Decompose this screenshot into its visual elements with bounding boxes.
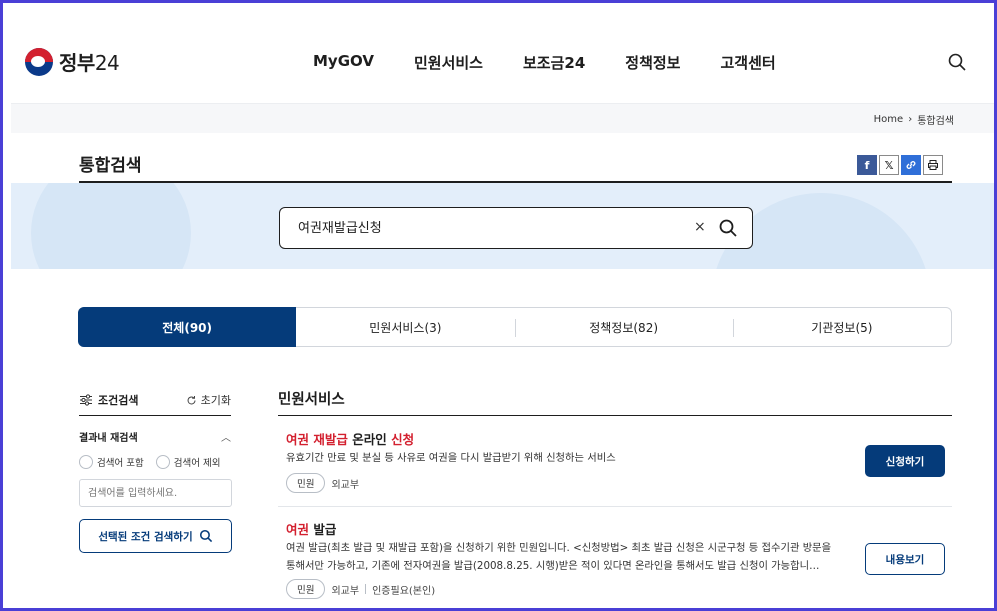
result-tabs: 전체(90) 민원서비스(3) 정책정보(82) 기관정보(5) <box>78 307 952 347</box>
chain-link-icon <box>906 161 916 169</box>
category-badge: 민원 <box>286 579 326 599</box>
title-highlight: 여권 <box>286 522 310 537</box>
section-title: 민원서비스 <box>278 392 345 408</box>
refine-search-title: 결과내 재검색 <box>79 433 138 444</box>
logo-text: 정부 <box>59 51 95 75</box>
search-input[interactable] <box>298 219 678 234</box>
radio-dot[interactable] <box>155 455 170 469</box>
title-highlight: 여권 재발급 <box>286 432 348 447</box>
decor-circle <box>31 183 191 269</box>
breadcrumb-current: 통합검색 <box>917 116 954 127</box>
filter-sliders-icon <box>80 394 92 406</box>
browser-frame: 정부24 MyGOV 민원서비스 보조금24 정책정보 고객센터 Home › … <box>0 0 997 611</box>
agency-name: 외교부 <box>331 479 360 491</box>
tab-policy-info[interactable]: 정책정보(82) <box>514 308 733 346</box>
apply-online-button[interactable]: 신청하기 <box>865 445 945 477</box>
result-title[interactable]: 여권 발급 <box>286 519 336 538</box>
radio-exclude-label: 검색어 제외 <box>173 458 221 469</box>
breadcrumb-home[interactable]: Home <box>874 114 904 125</box>
x-share-icon[interactable]: 𝕏 <box>879 155 899 175</box>
radio-include-label: 검색어 포함 <box>97 458 144 469</box>
result-title[interactable]: 여권 재발급 온라인 신청 <box>286 429 414 448</box>
radio-exclude[interactable]: 검색어 제외 <box>155 455 221 469</box>
filter-title: 조건검색 <box>98 394 139 407</box>
gov24-logo[interactable]: 정부24 <box>25 47 120 76</box>
refine-radio-group: 검색어 포함 검색어 제외 <box>79 455 220 469</box>
reset-button[interactable]: 초기화 <box>186 392 231 408</box>
radio-dot[interactable] <box>79 455 93 469</box>
category-badge: 민원 <box>286 473 326 493</box>
nav-subsidy24[interactable]: 보조금24 <box>523 52 585 73</box>
search-icon <box>199 529 212 543</box>
nav-policy-info[interactable]: 정책정보 <box>625 52 680 73</box>
view-details-button[interactable]: 내용보기 <box>865 543 945 575</box>
result-item: 여권 재발급 온라인 신청 유효기간 만료 및 분실 등 사유로 여권을 다시 … <box>278 415 952 507</box>
agency-name: 외교부 <box>331 585 360 597</box>
taegeuk-logo-icon <box>25 47 53 76</box>
title-highlight: 신청 <box>391 432 415 447</box>
printer-icon <box>928 160 938 170</box>
page-title: 통합검색 <box>79 156 142 176</box>
result-meta: 민원 외교부 <box>286 473 359 493</box>
result-description-line2: 통해서만 가능하고, 기존에 전자여권을 발급(2008.8.25. 시행)받은… <box>286 560 820 572</box>
nav-customer-center[interactable]: 고객센터 <box>720 52 775 73</box>
nav-civil-service[interactable]: 민원서비스 <box>414 52 483 73</box>
site-header: 정부24 MyGOV 민원서비스 보조금24 정책정보 고객센터 <box>3 3 994 103</box>
tab-all[interactable]: 전체(90) <box>78 307 297 347</box>
clear-icon[interactable]: × <box>694 219 706 235</box>
nav-mygov[interactable]: MyGOV <box>313 52 374 73</box>
tab-civil-service[interactable]: 민원서비스(3) <box>296 308 514 346</box>
refine-keyword-input[interactable] <box>79 479 232 507</box>
share-buttons: f 𝕏 <box>857 155 943 175</box>
logo-number: 24 <box>94 51 120 75</box>
link-copy-icon[interactable] <box>901 155 921 175</box>
refresh-icon <box>187 395 196 404</box>
auth-required: 인증필요(본인) <box>372 585 436 597</box>
search-submit-icon[interactable] <box>718 218 738 238</box>
main-nav: MyGOV 민원서비스 보조금24 정책정보 고객센터 <box>313 52 816 73</box>
result-item: 여권 발급 여권 발급(최초 발급 및 재발급 포함)을 신청하기 위한 민원입… <box>278 507 952 607</box>
breadcrumb: Home › 통합검색 <box>874 112 954 127</box>
title-text: 온라인 <box>347 432 392 447</box>
print-icon[interactable] <box>923 155 943 175</box>
apply-filter-label: 선택된 조건 검색하기 <box>98 530 193 543</box>
title-text: 발급 <box>309 522 337 537</box>
apply-filter-button[interactable]: 선택된 조건 검색하기 <box>79 519 232 553</box>
search-box: × <box>279 207 753 249</box>
tab-agency-info[interactable]: 기관정보(5) <box>732 308 951 346</box>
meta-separator <box>365 584 367 594</box>
chevron-up-icon[interactable]: ︿ <box>221 429 231 444</box>
refine-search-header[interactable]: 결과내 재검색 ︿ <box>79 429 231 444</box>
breadcrumb-separator-icon: › <box>908 114 913 125</box>
radio-include[interactable]: 검색어 포함 <box>79 455 144 469</box>
search-icon[interactable] <box>947 52 967 72</box>
filter-divider <box>79 415 231 416</box>
filter-header: 조건검색 초기화 <box>79 392 231 408</box>
result-meta: 민원 외교부 인증필요(본인) <box>286 579 435 599</box>
breadcrumb-bar: Home › 통합검색 <box>11 103 994 133</box>
facebook-share-icon[interactable]: f <box>857 155 877 175</box>
result-description-line1: 여권 발급(최초 발급 및 재발급 포함)을 신청하기 위한 민원입니다. <신… <box>286 542 832 554</box>
reset-label: 초기화 <box>200 394 231 407</box>
result-description: 유효기간 만료 및 분실 등 사유로 여권을 다시 발급받기 위해 신청하는 서… <box>286 452 616 464</box>
